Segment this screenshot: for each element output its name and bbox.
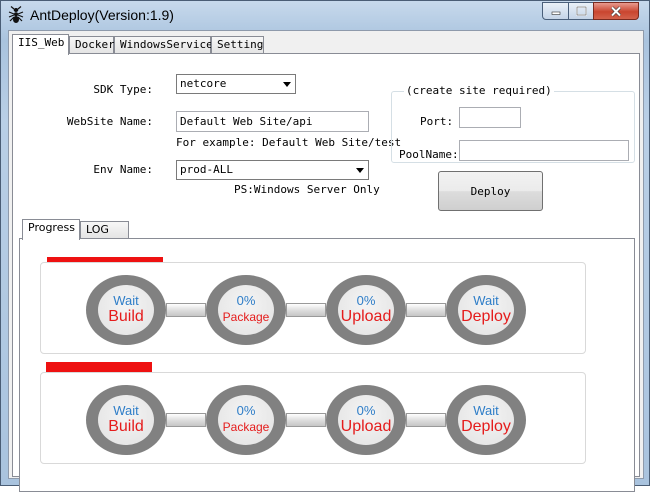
maximize-button[interactable]	[568, 2, 594, 20]
step-connector	[286, 413, 326, 427]
tab-iis-web[interactable]: IIS_Web	[12, 34, 69, 55]
step-status: Wait	[113, 403, 139, 418]
create-site-title: (create site required)	[404, 84, 554, 97]
step-status: Wait	[113, 293, 139, 308]
step-build: Wait Build	[86, 385, 166, 455]
step-upload: 0% Upload	[326, 385, 406, 455]
step-deploy: Wait Deploy	[446, 275, 526, 345]
step-label: Package	[222, 420, 270, 434]
tab-docker[interactable]: Docker	[69, 36, 115, 54]
port-label: Port:	[420, 115, 454, 128]
pool-name-input[interactable]	[459, 140, 629, 161]
website-name-hint: For example: Default Web Site/test	[176, 136, 402, 149]
env-name-hint: PS:Windows Server Only	[234, 183, 380, 196]
step-label: Deploy	[461, 308, 511, 325]
progress-panel: Wait Build 0% Package 0% Upload Wait Dep…	[19, 238, 635, 492]
server-pipeline: Wait Build 0% Package 0% Upload Wait Dep…	[40, 372, 586, 464]
step-build: Wait Build	[86, 275, 166, 345]
window-title: AntDeploy(Version:1.9)	[30, 7, 174, 23]
step-package: 0% Package	[206, 385, 286, 455]
step-status: 0%	[236, 293, 256, 308]
chevron-down-icon	[356, 168, 364, 173]
ant-icon	[8, 6, 24, 23]
step-status: 0%	[356, 403, 376, 418]
step-connector	[166, 413, 206, 427]
iis-web-panel: SDK Type: netcore WebSite Name: Default …	[12, 53, 640, 492]
website-name-input[interactable]: Default Web Site/api	[176, 111, 369, 132]
env-name-value: prod-ALL	[180, 163, 233, 176]
step-status: 0%	[356, 293, 376, 308]
step-upload: 0% Upload	[326, 275, 406, 345]
tab-log[interactable]: LOG	[80, 221, 129, 239]
redacted-server-label	[46, 362, 152, 372]
sdk-type-label: SDK Type:	[93, 83, 153, 96]
minimize-button[interactable]	[542, 2, 569, 20]
env-name-label: Env Name:	[93, 163, 153, 176]
chevron-down-icon	[283, 82, 291, 87]
tab-progress[interactable]: Progress	[22, 219, 80, 240]
step-status: Wait	[473, 403, 499, 418]
step-deploy: Wait Deploy	[446, 385, 526, 455]
minimize-icon	[551, 11, 560, 15]
server-pipeline: Wait Build 0% Package 0% Upload Wait Dep…	[40, 262, 586, 354]
step-package: 0% Package	[206, 275, 286, 345]
sdk-type-value: netcore	[180, 77, 227, 90]
tab-setting[interactable]: Setting	[211, 36, 264, 54]
title-bar[interactable]: AntDeploy(Version:1.9)	[1, 1, 649, 29]
step-status: 0%	[236, 403, 256, 418]
close-button[interactable]	[593, 2, 639, 20]
step-label: Build	[108, 418, 144, 435]
env-name-select[interactable]: prod-ALL	[176, 160, 369, 180]
step-label: Deploy	[461, 418, 511, 435]
tab-windows-service[interactable]: WindowsService	[114, 36, 213, 54]
step-connector	[406, 303, 446, 317]
step-connector	[406, 413, 446, 427]
step-label: Upload	[340, 418, 392, 435]
port-input[interactable]	[459, 107, 521, 128]
app-window: AntDeploy(Version:1.9) IIS_Web Docker Wi…	[0, 0, 650, 492]
close-icon	[610, 5, 622, 17]
step-label: Upload	[340, 308, 392, 325]
create-site-group: (create site required) Port: PoolName:	[391, 84, 635, 163]
step-label: Build	[108, 308, 144, 325]
sdk-type-select[interactable]: netcore	[176, 74, 296, 94]
deploy-button[interactable]: Deploy	[438, 171, 543, 211]
step-label: Package	[222, 310, 270, 324]
pool-name-label: PoolName:	[399, 148, 459, 161]
maximize-icon	[575, 6, 587, 16]
step-status: Wait	[473, 293, 499, 308]
step-connector	[166, 303, 206, 317]
website-name-label: WebSite Name:	[66, 115, 153, 128]
client-area: IIS_Web Docker WindowsService Setting SD…	[8, 30, 644, 492]
step-connector	[286, 303, 326, 317]
